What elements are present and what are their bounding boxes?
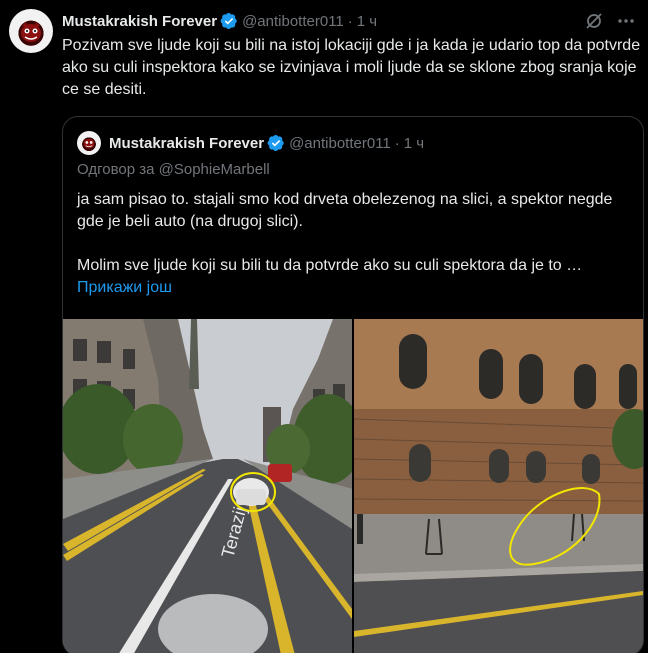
reply-to-label: Одговор за @SophieMarbell [77, 161, 270, 178]
grok-icon[interactable] [584, 11, 604, 31]
quoted-tweet[interactable]: Mustakrakish Forever @antibotter011 · 1 … [62, 116, 644, 653]
avatar-face-icon [83, 138, 95, 149]
author-handle[interactable]: @antibotter011 [242, 13, 344, 30]
separator-dot: · [347, 12, 353, 30]
quoted-paragraph-2: Molim sve ljude koji su bili tu da potvr… [77, 257, 583, 274]
tweet-actions [584, 11, 636, 31]
avatar[interactable] [9, 9, 53, 53]
avatar-face-icon [21, 22, 41, 42]
quoted-author-handle: @antibotter011 [289, 134, 391, 152]
show-more-link[interactable]: Прикажи још [77, 279, 172, 297]
timestamp[interactable]: 1 ч [357, 13, 377, 30]
tweet-header: Mustakrakish Forever @antibotter011 · 1 … [62, 10, 377, 32]
author-name[interactable]: Mustakrakish Forever [62, 13, 217, 30]
verified-badge-icon[interactable] [220, 12, 238, 30]
quoted-tweet-header: Mustakrakish Forever @antibotter011 · 1 … [77, 131, 424, 155]
more-options-icon[interactable] [616, 11, 636, 31]
verified-badge-icon [267, 134, 284, 152]
quoted-avatar [77, 131, 101, 155]
quoted-paragraph-1: ja sam pisao to. stajali smo kod drveta … [77, 191, 613, 230]
quoted-tweet-text: ja sam pisao to. stajali smo kod drveta … [77, 189, 633, 277]
building-photo[interactable] [354, 319, 643, 653]
quoted-author-name: Mustakrakish Forever [109, 134, 265, 152]
separator-dot: · [394, 134, 400, 152]
quoted-timestamp: 1 ч [403, 134, 425, 152]
media-grid: Terazij [63, 319, 643, 653]
street-view-photo[interactable]: Terazij [63, 319, 352, 653]
tweet-text: Pozivam sve ljude koji su bili na istoj … [62, 37, 641, 98]
